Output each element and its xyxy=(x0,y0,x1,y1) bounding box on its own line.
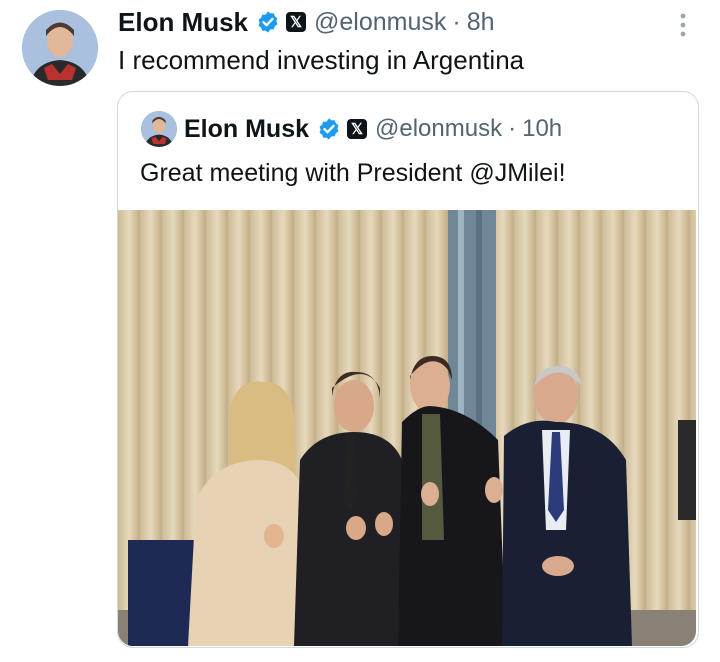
author-handle[interactable]: @elonmusk xyxy=(314,8,446,37)
quoted-author-name[interactable]: Elon Musk xyxy=(184,115,309,144)
avatar[interactable] xyxy=(22,10,98,86)
quoted-author-handle[interactable]: @elonmusk xyxy=(375,115,502,143)
more-vertical-icon[interactable] xyxy=(676,12,690,38)
quoted-tweet-photo[interactable] xyxy=(118,210,696,646)
tweet-text: I recommend investing in Argentina xyxy=(118,45,525,75)
quoted-timestamp[interactable]: 10h xyxy=(522,115,562,143)
x-logo-icon[interactable]: 𝕏 xyxy=(347,119,368,139)
quoted-tweet-text: Great meeting with President @JMilei! xyxy=(140,159,566,187)
verified-badge-icon[interactable] xyxy=(317,117,341,141)
timestamp[interactable]: 8h xyxy=(467,8,495,37)
separator: · xyxy=(452,7,461,36)
photo-image xyxy=(118,210,696,646)
x-logo-icon[interactable]: 𝕏 xyxy=(286,12,307,32)
quoted-separator: · xyxy=(508,115,517,142)
elon-musk-avatar xyxy=(141,111,177,147)
quoted-tweet-header: Elon Musk 𝕏 @elonmusk · 10h xyxy=(184,113,562,145)
author-name[interactable]: Elon Musk xyxy=(118,7,248,38)
quoted-avatar[interactable] xyxy=(141,111,177,147)
tweet-header: Elon Musk 𝕏 @elonmusk · 8h xyxy=(118,6,495,38)
verified-badge-icon[interactable] xyxy=(256,10,280,34)
elon-musk-avatar xyxy=(22,10,98,86)
